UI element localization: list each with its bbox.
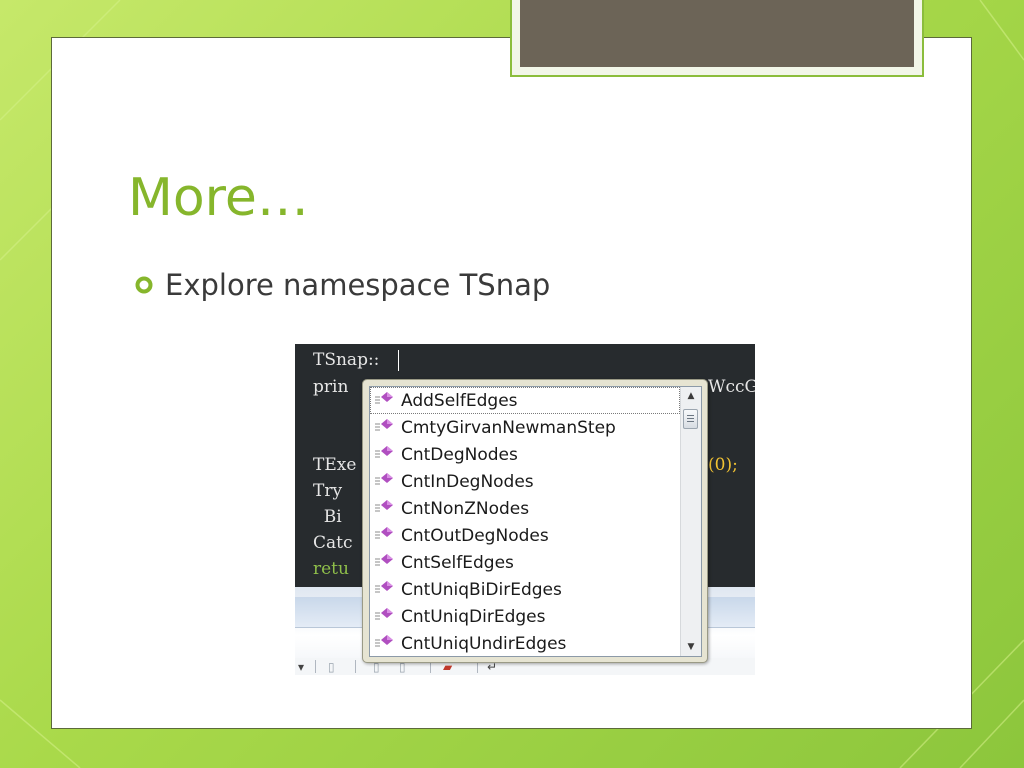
completion-item-label: CntUniqDirEdges [401,606,546,627]
method-icon [375,526,393,538]
code-fragment-right: WccG- [708,377,755,397]
completion-item-label: CntSelfEdges [401,552,514,573]
completion-item-label: CntOutDegNodes [401,525,549,546]
method-icon [375,445,393,457]
scroll-up-icon[interactable]: ▲ [681,387,701,405]
method-icon [375,418,393,430]
completion-item[interactable]: CntNonZNodes [370,495,680,522]
method-icon [375,607,393,619]
code-line: Catc [313,533,353,553]
completion-item[interactable]: AddSelfEdges [370,387,680,414]
completion-item[interactable]: CntUniqDirEdges [370,603,680,630]
header-tab-fill [520,0,914,67]
code-line: TExe [313,455,357,475]
ide-screenshot: ────────────────────────────── TSnap:: p… [295,344,755,675]
text-caret [398,350,399,371]
completion-item-label: CmtyGirvanNewmanStep [401,417,616,438]
completion-item-label: CntInDegNodes [401,471,534,492]
slide-header-tab [510,0,924,77]
completion-item[interactable]: CntOutDegNodes [370,522,680,549]
completion-item[interactable]: CntUniqBiDirEdges [370,576,680,603]
completion-item-label: CntNonZNodes [401,498,530,519]
dropdown-arrow-icon[interactable]: ▾ [298,660,304,674]
completion-list[interactable]: AddSelfEdges CmtyGirvanNewmanStep CntDeg… [369,386,702,657]
code-line: Try [313,481,343,501]
completion-item[interactable]: CntSelfEdges [370,549,680,576]
code-line: prin [313,377,349,397]
method-icon [375,553,393,565]
completion-item-label: AddSelfEdges [401,390,518,411]
bullet-item: Explore namespace TSnap [135,268,550,302]
slide-title: More… [128,168,309,228]
intellisense-popup: AddSelfEdges CmtyGirvanNewmanStep CntDeg… [362,379,708,663]
method-icon [375,499,393,511]
document-icon[interactable]: ▯ [328,660,335,674]
completion-item-label: CntDegNodes [401,444,518,465]
completion-item-label: CntUniqBiDirEdges [401,579,562,600]
method-icon [375,472,393,484]
completion-item[interactable]: CntDegNodes [370,441,680,468]
thumb-grip [687,415,694,416]
code-line: Bi [313,507,342,527]
method-icon [375,391,393,403]
method-icon [375,634,393,646]
code-fragment-right: (0); [708,455,738,475]
completion-item[interactable]: CntInDegNodes [370,468,680,495]
code-line: retu [313,559,349,579]
thumb-grip [687,418,694,419]
toolbar-separator [315,660,316,673]
completion-item[interactable]: CmtyGirvanNewmanStep [370,414,680,441]
scroll-down-icon[interactable]: ▼ [681,638,701,656]
completion-item-label: CntUniqUndirEdges [401,633,567,654]
bullet-text: Explore namespace TSnap [165,268,551,302]
code-line: TSnap:: [313,350,380,370]
bullet-ring-icon [135,276,153,294]
toolbar-separator [355,660,356,673]
thumb-grip [687,421,694,422]
completion-item[interactable]: CntUniqUndirEdges [370,630,680,657]
method-icon [375,580,393,592]
vertical-scrollbar[interactable]: ▲ ▼ [680,387,701,656]
scroll-thumb[interactable] [683,409,698,429]
